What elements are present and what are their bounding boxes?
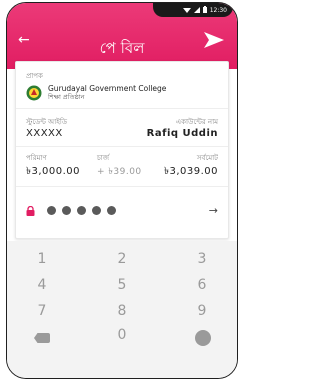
- account-name-label: একাউন্টের নাম: [175, 118, 218, 126]
- amount-label: পরিমাণ: [26, 154, 47, 162]
- app-header: 12:30 ← পে বিল: [7, 3, 237, 69]
- payment-summary-card: প্রাপক Gurudayal Government College শিক্…: [15, 61, 229, 239]
- pin-dot: [47, 206, 56, 215]
- lock-icon: [26, 205, 35, 216]
- total-label: সর্বমোট: [196, 154, 218, 162]
- charge-value: + ৳39.00: [97, 167, 142, 177]
- pin-input[interactable]: →: [26, 204, 218, 217]
- proceed-arrow-icon[interactable]: →: [209, 204, 218, 217]
- account-name-value: Rafiq Uddin: [146, 128, 218, 139]
- student-id-label: স্টুডেন্ট আইডি: [26, 118, 68, 126]
- backspace-icon[interactable]: [34, 333, 50, 343]
- key-8[interactable]: 8: [102, 303, 142, 319]
- key-6[interactable]: 6: [182, 277, 222, 293]
- pin-dot: [62, 206, 71, 215]
- organization-row: Gurudayal Government College শিক্ষা প্রত…: [26, 84, 166, 101]
- id-name-values: XXXXX Rafiq Uddin: [26, 128, 218, 139]
- numeric-keypad: 1 2 3 4 5 6 7 8 9 0: [7, 241, 237, 378]
- amount-values: ৳3,000.00 + ৳39.00 ৳3,039.00: [26, 164, 218, 181]
- send-icon[interactable]: [203, 31, 225, 49]
- battery-icon: [202, 6, 207, 15]
- key-7[interactable]: 7: [22, 303, 62, 319]
- amount-labels: পরিমাণ চার্জ সর্বমোট: [26, 152, 218, 164]
- wifi-icon: [182, 7, 191, 15]
- organization-name: Gurudayal Government College: [48, 84, 167, 93]
- pin-dots: [47, 206, 116, 215]
- pin-dot: [107, 206, 116, 215]
- divider: [16, 186, 228, 187]
- divider: [16, 108, 228, 109]
- key-5[interactable]: 5: [102, 277, 142, 293]
- key-3[interactable]: 3: [182, 251, 222, 267]
- status-bar: 12:30: [182, 6, 227, 15]
- charge-label: চার্জ: [97, 154, 110, 162]
- organization-type: শিক্ষা প্রতিষ্ঠান: [48, 93, 85, 101]
- total-value: ৳3,039.00: [163, 166, 218, 177]
- phone-frame: 12:30 ← পে বিল প্রাপক Gurudayal Governme…: [6, 2, 238, 379]
- student-id-value: XXXXX: [26, 128, 63, 139]
- key-2[interactable]: 2: [102, 251, 142, 267]
- id-name-labels: স্টুডেন্ট আইডি একাউন্টের নাম: [26, 116, 218, 128]
- pin-dot: [92, 206, 101, 215]
- amount-value: ৳3,000.00: [26, 166, 81, 177]
- status-time: 12:30: [209, 7, 227, 14]
- pin-dot: [77, 206, 86, 215]
- signal-icon: [193, 6, 200, 15]
- key-4[interactable]: 4: [22, 277, 62, 293]
- recipient-label: প্রাপক: [26, 72, 43, 80]
- college-logo-icon: [26, 85, 42, 100]
- key-9[interactable]: 9: [182, 303, 222, 319]
- divider: [16, 146, 228, 147]
- key-0[interactable]: 0: [102, 327, 142, 343]
- enter-icon[interactable]: [195, 330, 211, 346]
- key-1[interactable]: 1: [22, 251, 62, 267]
